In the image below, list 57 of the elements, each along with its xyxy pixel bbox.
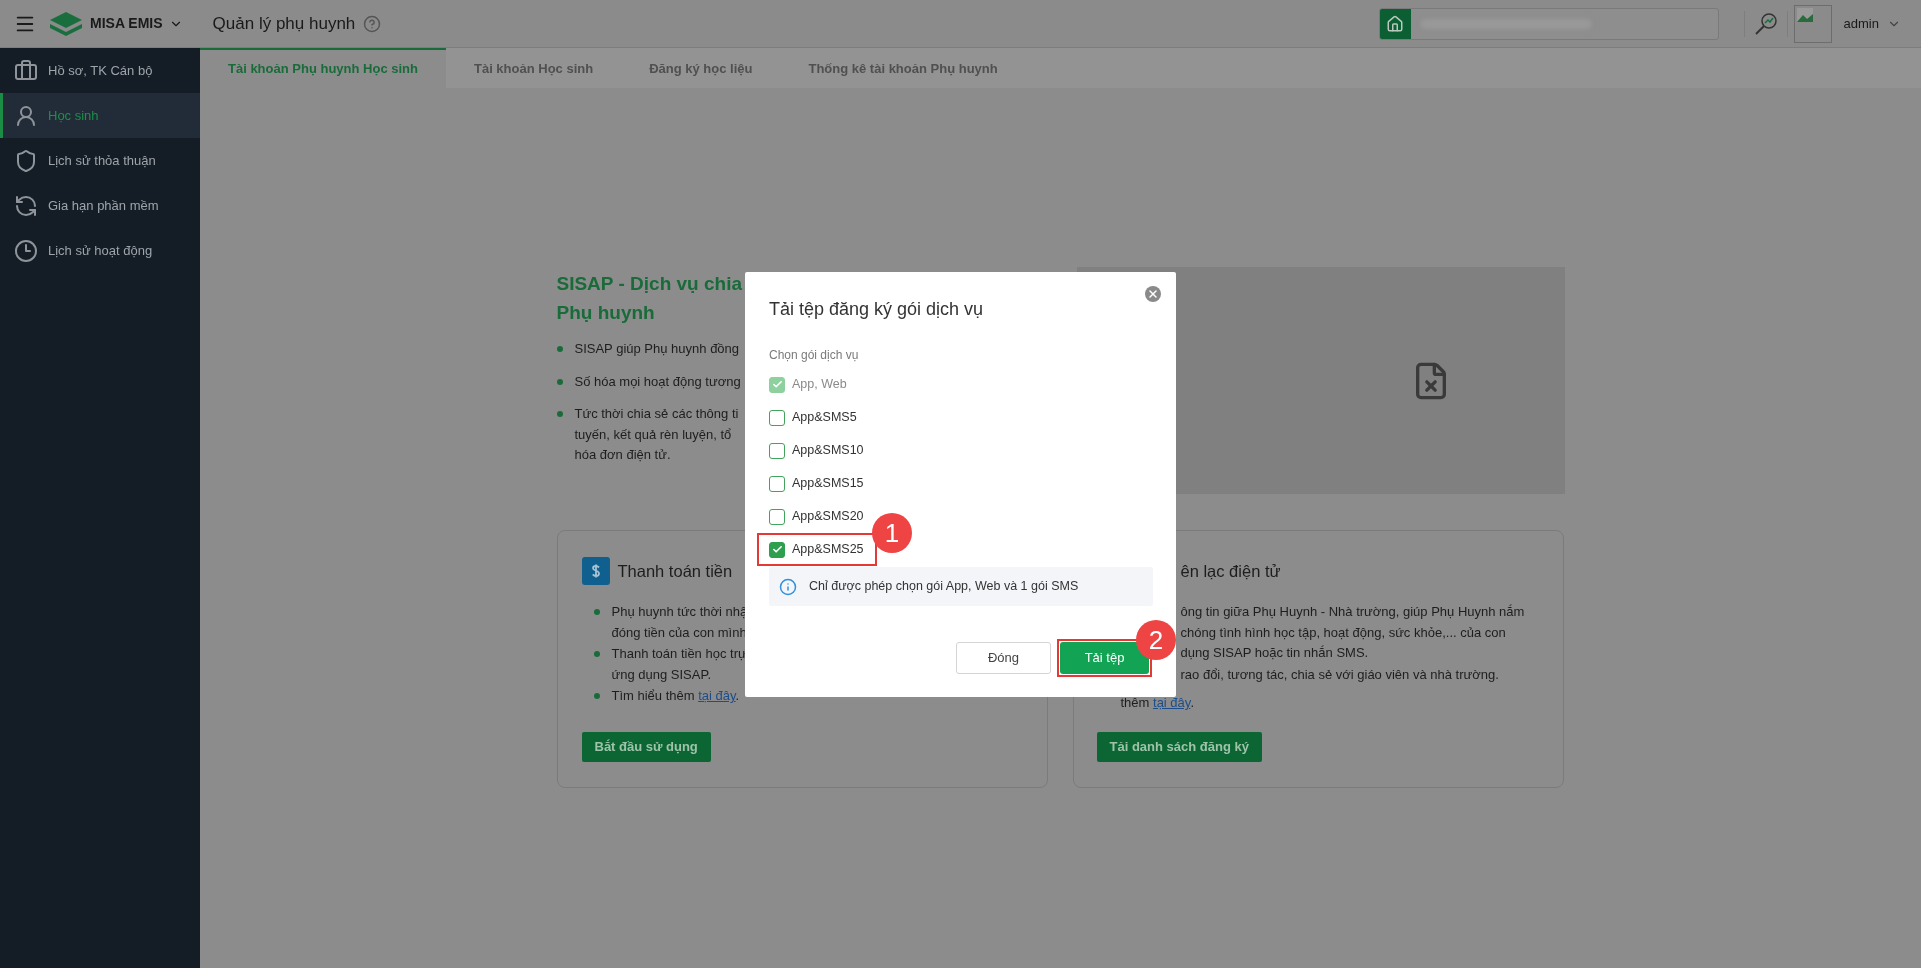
sidebar-item[interactable]: Lịch sử thỏa thuận — [0, 138, 200, 183]
link[interactable]: tại đây — [698, 688, 736, 703]
checkbox[interactable] — [769, 409, 785, 426]
tab[interactable]: Đăng ký học liệu — [621, 48, 781, 88]
bullet-text: rao đổi, tương tác, chia sẻ với giáo viên và nhà trường. — [1180, 665, 1499, 684]
checkbox-row[interactable]: App&SMS25 — [757, 533, 877, 566]
dialog-title: Tải tệp đăng ký gói dịch vụ — [769, 298, 985, 321]
check-icon — [771, 379, 783, 390]
action-button[interactable]: Tải danh sách đăng ký — [1096, 732, 1262, 762]
step-badge: 2 — [1136, 620, 1176, 660]
school-field[interactable] — [1378, 7, 1719, 40]
bullet-text: ông tin giữa Phụ Huynh - Nhà trường, giúp Phụ Huynh nắm chóng tình hình học tập, hoạt động, sức khỏe,... của con dụng SISAP hoặc tin nhắn SMS. — [1180, 603, 1525, 662]
bullet-text: thêm tại đây. — [1120, 694, 1194, 712]
dialog-button[interactable]: Tải tệp — [1060, 642, 1149, 674]
sidebar-item[interactable]: Học sinh — [0, 93, 200, 138]
shield-icon — [14, 148, 38, 173]
sidebar-item[interactable]: Gia hạn phần mềm — [0, 183, 200, 228]
logo-icon — [48, 9, 84, 38]
info-icon — [779, 577, 797, 596]
user-name[interactable]: admin — [1843, 13, 1879, 34]
home-button[interactable] — [1379, 8, 1411, 39]
dialog-button[interactable]: Đóng — [956, 642, 1051, 674]
step-badge: 1 — [872, 513, 912, 553]
tab[interactable]: Thống kê tài khoản Phụ huynh — [780, 48, 1026, 88]
sidebar-item[interactable]: Hồ sơ, TK Cán bộ — [0, 48, 200, 93]
briefcase-icon — [14, 58, 38, 83]
bullet-text: Thanh toán tiền học trự ứng dụng SISAP. — [611, 645, 747, 684]
card-title: Thanh toán tiền — [617, 560, 733, 582]
bullet-text: Tìm hiểu thêm tại đây. — [611, 687, 740, 705]
clock-icon — [14, 238, 38, 263]
bullet-text: SISAP giúp Phụ huynh đồng — [574, 340, 740, 358]
checkbox-row[interactable]: App&SMS10 — [757, 434, 877, 467]
checkbox[interactable] — [769, 541, 785, 558]
refresh-icon — [14, 193, 38, 218]
checkbox[interactable] — [769, 508, 785, 525]
help-icon[interactable] — [363, 14, 382, 33]
app-name: MISA EMIS — [90, 14, 163, 33]
person-icon — [14, 103, 38, 128]
check-icon — [771, 544, 783, 555]
bullet-text: Tức thời chia sẻ các thông ti tuyến, kết quả rèn luyện, tổ hóa đơn điện tử. — [574, 405, 739, 464]
card-title: ên lạc điện tử — [1180, 560, 1281, 582]
checkbox[interactable] — [769, 475, 785, 492]
action-button[interactable]: Bắt đầu sử dụng — [581, 732, 711, 762]
tab[interactable]: Tài khoản Học sinh — [445, 48, 622, 88]
checkbox-row[interactable]: App&SMS5 — [757, 401, 877, 434]
home-icon — [1386, 14, 1405, 33]
note-text: Chỉ được phép chọn gói App, Web và 1 gói SMS — [809, 578, 1079, 596]
bullet-text: Số hóa mọi hoạt động tương — [574, 372, 741, 391]
page-title: Quản lý phụ huynh — [212, 12, 356, 35]
field-label: Chọn gói dịch vụ — [769, 347, 860, 364]
section-title: SISAP - Dịch vụ chia Phụ huynh — [556, 272, 742, 325]
close-icon[interactable] — [1145, 286, 1161, 302]
checkbox-row[interactable]: App&SMS15 — [757, 467, 877, 500]
dollar-icon — [581, 557, 610, 585]
avatar-image[interactable] — [1793, 4, 1832, 43]
sidebar-item[interactable]: Lịch sử hoạt động — [0, 228, 200, 273]
checkbox[interactable] — [769, 442, 785, 459]
